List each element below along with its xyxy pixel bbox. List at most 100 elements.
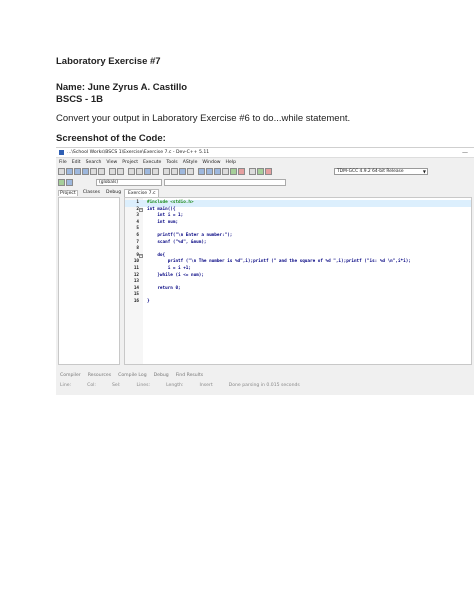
line-number: 1 <box>136 200 139 205</box>
save-icon[interactable] <box>74 168 81 175</box>
compile-icon[interactable] <box>198 168 205 175</box>
menu-project[interactable]: Project <box>122 160 138 165</box>
code-line[interactable]: 6 printf("\n Enter a number:"); <box>125 233 471 240</box>
line-number: 6 <box>136 233 139 238</box>
code-line[interactable]: 15 <box>125 292 471 299</box>
compiler-select[interactable]: TDM-GCC 4.9.2 64-bit Release ▼ <box>334 168 428 175</box>
menu-window[interactable]: Window <box>202 160 220 165</box>
code-line[interactable]: 8 <box>125 246 471 253</box>
menu-edit[interactable]: Edit <box>72 160 81 165</box>
status-mode: Insert <box>199 383 213 388</box>
code-line[interactable]: 10 printf ("\n The number is %d",i);prin… <box>125 259 471 266</box>
tab-find-results[interactable]: Find Results <box>176 373 203 378</box>
code-text: return 0; <box>147 285 181 291</box>
rebuild-icon[interactable] <box>222 168 229 175</box>
member-select[interactable] <box>164 179 286 186</box>
code-line[interactable]: 14 return 0; <box>125 286 471 293</box>
bottom-tabs: Compiler Resources Compile Log Debug Fin… <box>60 373 203 378</box>
profile-icon[interactable] <box>249 168 256 175</box>
scope-select[interactable]: (globals) <box>96 179 162 186</box>
tab-compiler[interactable]: Compiler <box>60 373 81 378</box>
menu-execute[interactable]: Execute <box>143 160 161 165</box>
tab-compile-log[interactable]: Compile Log <box>118 373 146 378</box>
line-number: 13 <box>133 279 139 285</box>
tab-debug[interactable]: Debug <box>105 190 122 196</box>
code-text: }while (i <= num); <box>147 272 204 278</box>
line-number: 3 <box>136 213 139 219</box>
side-tabs: Project Classes Debug <box>58 190 122 196</box>
run-icon[interactable] <box>206 168 213 175</box>
delete-profile-icon[interactable] <box>265 168 272 175</box>
print-icon[interactable] <box>98 168 105 175</box>
status-length: Length: <box>166 383 184 388</box>
find-next-icon[interactable] <box>144 168 151 175</box>
status-message: Done parsing in 0.015 seconds <box>228 383 300 388</box>
goto-line-icon[interactable] <box>152 168 159 175</box>
code-line[interactable]: 1 #include <stdio.h> <box>125 200 471 207</box>
insert-code-icon[interactable] <box>58 179 65 186</box>
scope-select-value: (globals) <box>99 180 119 185</box>
stop-execution-icon[interactable] <box>238 168 245 175</box>
goto-bookmark-icon[interactable] <box>187 168 194 175</box>
undo-icon[interactable] <box>109 168 116 175</box>
line-number: 10 <box>133 259 139 265</box>
debug-icon[interactable] <box>257 168 264 175</box>
menu-astyle[interactable]: AStyle <box>183 160 198 165</box>
menu-search[interactable]: Search <box>86 160 102 165</box>
toggle-bookmark-icon[interactable] <box>179 168 186 175</box>
code-line[interactable]: 4 int num; <box>125 220 471 227</box>
code-line[interactable]: 5 <box>125 226 471 233</box>
line-number: 5 <box>136 226 139 232</box>
check-syntax-icon[interactable] <box>230 168 237 175</box>
ide-screenshot: ...\School Works\BSCS 1\Exercise\Exercis… <box>56 147 474 395</box>
chevron-down-icon: ▼ <box>422 169 426 174</box>
unindent-icon[interactable] <box>171 168 178 175</box>
code-line[interactable]: 16} <box>125 299 471 306</box>
minimize-icon[interactable]: — <box>462 149 468 156</box>
code-text: printf("\n Enter a number:"); <box>147 233 233 238</box>
tab-resources[interactable]: Resources <box>88 373 111 378</box>
status-bar: Line: Col: Sel: Lines: Length: Insert Do… <box>60 383 300 388</box>
tab-debug-output[interactable]: Debug <box>154 373 169 378</box>
student-name: Name: June Zyrus A. Castillo <box>56 82 188 93</box>
menu-file[interactable]: File <box>59 160 67 165</box>
replace-icon[interactable] <box>136 168 143 175</box>
toggle-comment-icon[interactable] <box>66 179 73 186</box>
code-text: scanf ("%d", &num); <box>147 239 207 245</box>
redo-icon[interactable] <box>117 168 124 175</box>
code-line[interactable]: 11 i = i +1; <box>125 266 471 273</box>
code-line[interactable]: 13 <box>125 279 471 286</box>
compiler-select-value: TDM-GCC 4.9.2 64-bit Release <box>337 169 404 174</box>
menu-tools[interactable]: Tools <box>166 160 177 165</box>
code-line[interactable]: 12 }while (i <= num); <box>125 273 471 280</box>
code-line[interactable]: 3 int i = 1; <box>125 213 471 220</box>
code-text: int i = 1; <box>147 213 184 219</box>
status-line: Line: <box>60 383 72 388</box>
devcpp-app-icon <box>59 150 64 155</box>
fold-toggle-icon[interactable]: − <box>139 207 143 212</box>
tab-project[interactable]: Project <box>58 190 78 196</box>
indent-icon[interactable] <box>163 168 170 175</box>
find-icon[interactable] <box>128 168 135 175</box>
code-line[interactable]: 7 scanf ("%d", &num); <box>125 240 471 247</box>
open-file-icon[interactable] <box>66 168 73 175</box>
line-number: 11 <box>133 266 139 271</box>
lab-heading: Laboratory Exercise #7 <box>56 56 161 67</box>
main-toolbar <box>58 167 272 176</box>
fold-toggle-icon[interactable]: − <box>139 253 143 258</box>
code-text: i = i +1; <box>147 266 191 271</box>
new-file-icon[interactable] <box>58 168 65 175</box>
tab-classes[interactable]: Classes <box>82 190 101 196</box>
line-number: 15 <box>133 292 139 298</box>
instruction-text: Convert your output in Laboratory Exerci… <box>56 113 351 124</box>
compile-run-icon[interactable] <box>214 168 221 175</box>
save-all-icon[interactable] <box>82 168 89 175</box>
close-file-icon[interactable] <box>90 168 97 175</box>
editor-tab[interactable]: Exercise 7.c <box>124 189 160 197</box>
code-editor[interactable]: 1 #include <stdio.h> 2− int main(){3 int i … <box>124 197 472 365</box>
code-text: int num; <box>147 219 179 225</box>
code-text: } <box>147 299 150 304</box>
status-sel: Sel: <box>111 383 121 388</box>
menu-view[interactable]: View <box>106 160 117 165</box>
menu-help[interactable]: Help <box>226 160 236 165</box>
